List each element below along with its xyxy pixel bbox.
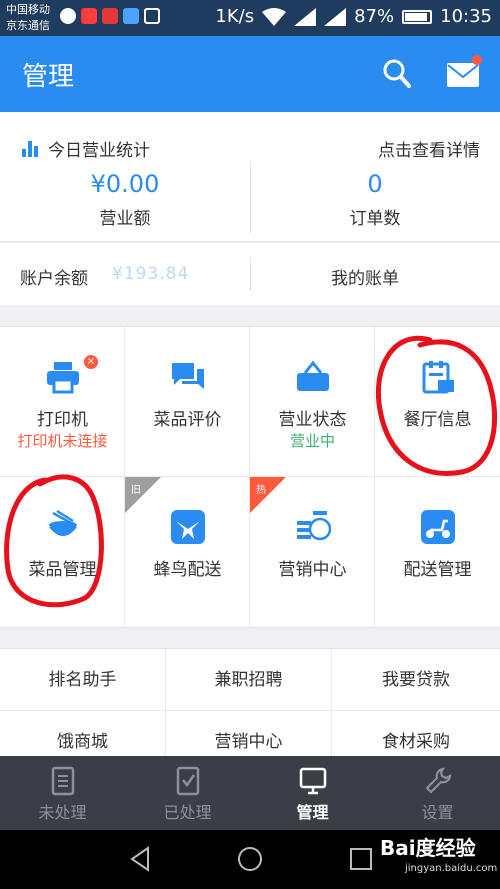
carrier-line-1: 中国移动 <box>6 3 50 16</box>
signal-2g-icon <box>324 7 347 26</box>
grid-label: 菜品管理 <box>28 560 97 580</box>
tab-label: 设置 <box>421 803 454 822</box>
grid-hummingbird-delivery[interactable]: 旧 蜂鸟配送 <box>125 477 250 627</box>
stats-title: 今日营业统计 <box>22 136 150 161</box>
mail-notify-icon <box>102 8 118 24</box>
shield-notify-icon <box>123 8 139 24</box>
app-bar: 管理 <box>0 36 500 112</box>
store-sign-icon <box>297 360 329 391</box>
bottom-tab-bar: 未处理 已处理 管理 设置 <box>0 756 500 830</box>
tab-label: 管理 <box>296 803 329 822</box>
grid-printer[interactable]: × 打印机 打印机未连接 <box>0 327 125 477</box>
business-status-value: 营业中 <box>289 432 335 450</box>
bar-chart-icon <box>22 140 40 157</box>
signal-4g-icon <box>294 7 317 26</box>
status-right: 1K/s 87% 10:35 <box>215 6 492 27</box>
weibo-notify-icon <box>81 8 97 24</box>
tab-label: 未处理 <box>38 803 87 822</box>
bird-icon <box>171 510 205 544</box>
old-tag: 旧 <box>125 477 161 513</box>
hot-tag: 热 <box>250 477 286 513</box>
scooter-icon <box>421 510 455 544</box>
coins-icon <box>297 511 331 541</box>
tab-pending[interactable]: 未处理 <box>0 756 125 830</box>
search-icon[interactable] <box>382 58 412 88</box>
hot-tag-text: 热 <box>256 485 266 496</box>
orders-stat[interactable]: 0 订单数 <box>250 170 500 229</box>
battery-icon <box>402 9 433 24</box>
grid-label: 配送管理 <box>403 560 472 580</box>
carrier-text: 中国移动 京东通信 <box>6 2 50 34</box>
browser-notify-icon <box>60 8 76 24</box>
printer-alert-icon: × <box>84 355 98 369</box>
tab-processed[interactable]: 已处理 <box>125 756 250 830</box>
grid-business-status[interactable]: 营业状态 营业中 <box>250 327 375 477</box>
tab-label: 已处理 <box>163 803 212 822</box>
wifi-icon <box>262 7 287 26</box>
grid-label: 餐厅信息 <box>403 410 472 430</box>
page-title: 管理 <box>22 62 75 92</box>
grid-label: 打印机 <box>37 410 88 430</box>
battery-percent: 87% <box>354 6 395 27</box>
printer-status: 打印机未连接 <box>17 432 108 450</box>
notification-icons <box>60 8 160 24</box>
grid-dish-management[interactable]: 菜品管理 <box>0 477 125 627</box>
balance-value[interactable]: ¥193.84 <box>112 264 189 284</box>
today-stats-card: 今日营业统计 点击查看详情 ¥0.00 营业额 0 订单数 <box>0 112 500 242</box>
stats-title-text: 今日营业统计 <box>48 141 150 161</box>
bowl-icon <box>49 509 77 536</box>
recent-apps-icon[interactable] <box>348 846 374 872</box>
grid-restaurant-info[interactable]: 餐厅信息 <box>375 327 500 477</box>
link-ranking-assistant[interactable]: 排名助手 <box>0 649 166 711</box>
restaurant-info-icon <box>422 361 454 394</box>
wrench-icon <box>425 767 452 794</box>
orders-value: 0 <box>367 170 383 198</box>
watermark-url: jingyan.baidu.com <box>405 863 498 874</box>
grid-label: 营销中心 <box>278 560 347 580</box>
status-bar: 中国移动 京东通信 1K/s 87% 10:35 <box>0 0 500 36</box>
document-icon <box>51 766 75 796</box>
watermark-brand: Bai度经验 <box>380 836 476 860</box>
feature-grid: × 打印机 打印机未连接 菜品评价 营业状态 营业中 餐厅信息 菜品管理 旧 蜂… <box>0 326 500 628</box>
revenue-label: 营业额 <box>99 209 151 229</box>
grid-delivery-management[interactable]: 配送管理 <box>375 477 500 627</box>
link-loan[interactable]: 我要贷款 <box>332 649 500 711</box>
account-row: 账户余额 ¥193.84 我的账单 <box>0 243 500 305</box>
back-icon[interactable] <box>128 846 154 872</box>
quick-links: 排名助手 兼职招聘 我要贷款 饿商城 营销中心 食材采购 <box>0 648 500 773</box>
grid-marketing-center[interactable]: 热 营销中心 <box>250 477 375 627</box>
my-bill-link[interactable]: 我的账单 <box>250 264 480 289</box>
revenue-stat[interactable]: ¥0.00 营业额 <box>0 170 250 229</box>
checklist-icon <box>176 766 200 796</box>
tab-settings[interactable]: 设置 <box>375 756 500 830</box>
network-speed: 1K/s <box>215 6 255 27</box>
grid-dish-reviews[interactable]: 菜品评价 <box>125 327 250 477</box>
grid-label: 菜品评价 <box>153 410 222 430</box>
carrier-line-2: 京东通信 <box>6 19 50 32</box>
monitor-icon <box>299 767 327 795</box>
old-tag-text: 旧 <box>131 485 141 496</box>
chat-icon <box>172 363 204 389</box>
tab-manage[interactable]: 管理 <box>250 756 375 830</box>
link-part-time-hiring[interactable]: 兼职招聘 <box>166 649 332 711</box>
image-notify-icon <box>144 8 160 24</box>
unread-dot <box>472 55 482 65</box>
home-icon[interactable] <box>237 846 263 872</box>
orders-label: 订单数 <box>349 209 401 229</box>
view-details-link[interactable]: 点击查看详情 <box>378 136 480 161</box>
clock: 10:35 <box>440 6 492 27</box>
printer-icon <box>47 362 79 394</box>
grid-label: 营业状态 <box>278 410 347 430</box>
revenue-value: ¥0.00 <box>90 170 160 198</box>
balance-label: 账户余额 <box>20 269 88 289</box>
grid-label: 蜂鸟配送 <box>153 560 222 580</box>
